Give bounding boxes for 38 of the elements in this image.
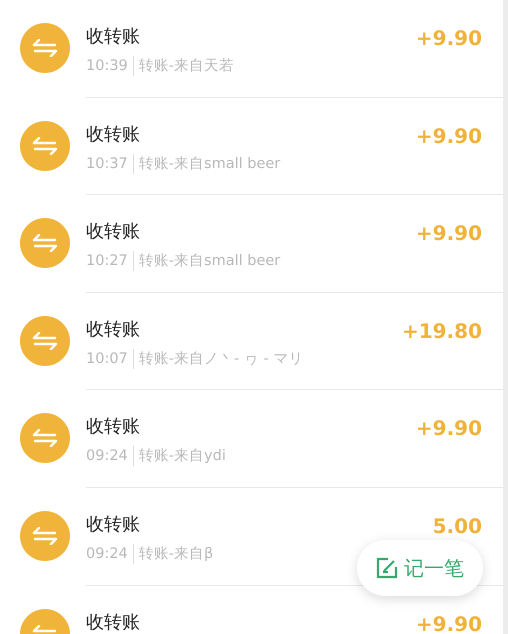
- transaction-row[interactable]: 收转账 10:37 转账-来自small beer +9.90: [0, 98, 503, 196]
- transaction-title: 收转账: [86, 318, 141, 342]
- transaction-row[interactable]: 收转账 10:39 转账-来自天若 +9.90: [0, 0, 503, 98]
- transaction-title: 收转账: [86, 220, 141, 244]
- transaction-row[interactable]: 收转账 10:27 转账-来自small beer +9.90: [0, 195, 503, 293]
- note-edit-icon: [376, 557, 398, 579]
- transaction-row[interactable]: 收转账 10:07 转账-来自ノ丶- ヮ - マリ +19.80: [0, 292, 503, 390]
- transaction-title: 收转账: [86, 512, 141, 537]
- transaction-time: 09:24: [86, 447, 128, 466]
- transaction-time: 10:39: [86, 57, 128, 76]
- transaction-amount: +9.90: [416, 25, 482, 51]
- transaction-amount: 5.00: [432, 512, 482, 539]
- transaction-title: 收转账: [86, 610, 140, 634]
- transaction-time: 10:27: [86, 252, 128, 272]
- transfer-icon: [32, 526, 58, 545]
- transfer-icon: [32, 332, 58, 350]
- transaction-description: 转账-来自small beer: [132, 251, 280, 272]
- transaction-amount: +19.80: [402, 318, 482, 344]
- transaction-description: 转账-来自天若: [132, 56, 234, 76]
- transaction-title: 收转账: [86, 415, 141, 440]
- transaction-time: 09:24: [86, 544, 128, 564]
- transfer-icon: [32, 39, 58, 57]
- transaction-description: 转账-来自ydi: [132, 446, 226, 466]
- transaction-description: 转账-来自small beer: [132, 154, 280, 174]
- transaction-amount: +9.90: [416, 610, 482, 634]
- transaction-title: 收转账: [86, 25, 141, 49]
- transaction-amount: +9.90: [416, 220, 482, 246]
- transaction-time: 10:37: [86, 154, 128, 174]
- transaction-description: 转账-来自β: [132, 544, 214, 564]
- transfer-icon: [32, 136, 58, 155]
- transaction-time: 10:07: [86, 350, 128, 369]
- transfer-icon: [32, 429, 58, 448]
- transaction-description: 转账-来自ノ丶- ヮ - マリ: [132, 348, 304, 369]
- transfer-icon: [32, 234, 58, 252]
- transaction-row[interactable]: 收转账 09:24 转账-来自ydi +9.90: [0, 390, 503, 488]
- transaction-amount: +9.90: [416, 122, 482, 149]
- transaction-amount: +9.90: [416, 415, 482, 442]
- transaction-title: 收转账: [86, 122, 141, 147]
